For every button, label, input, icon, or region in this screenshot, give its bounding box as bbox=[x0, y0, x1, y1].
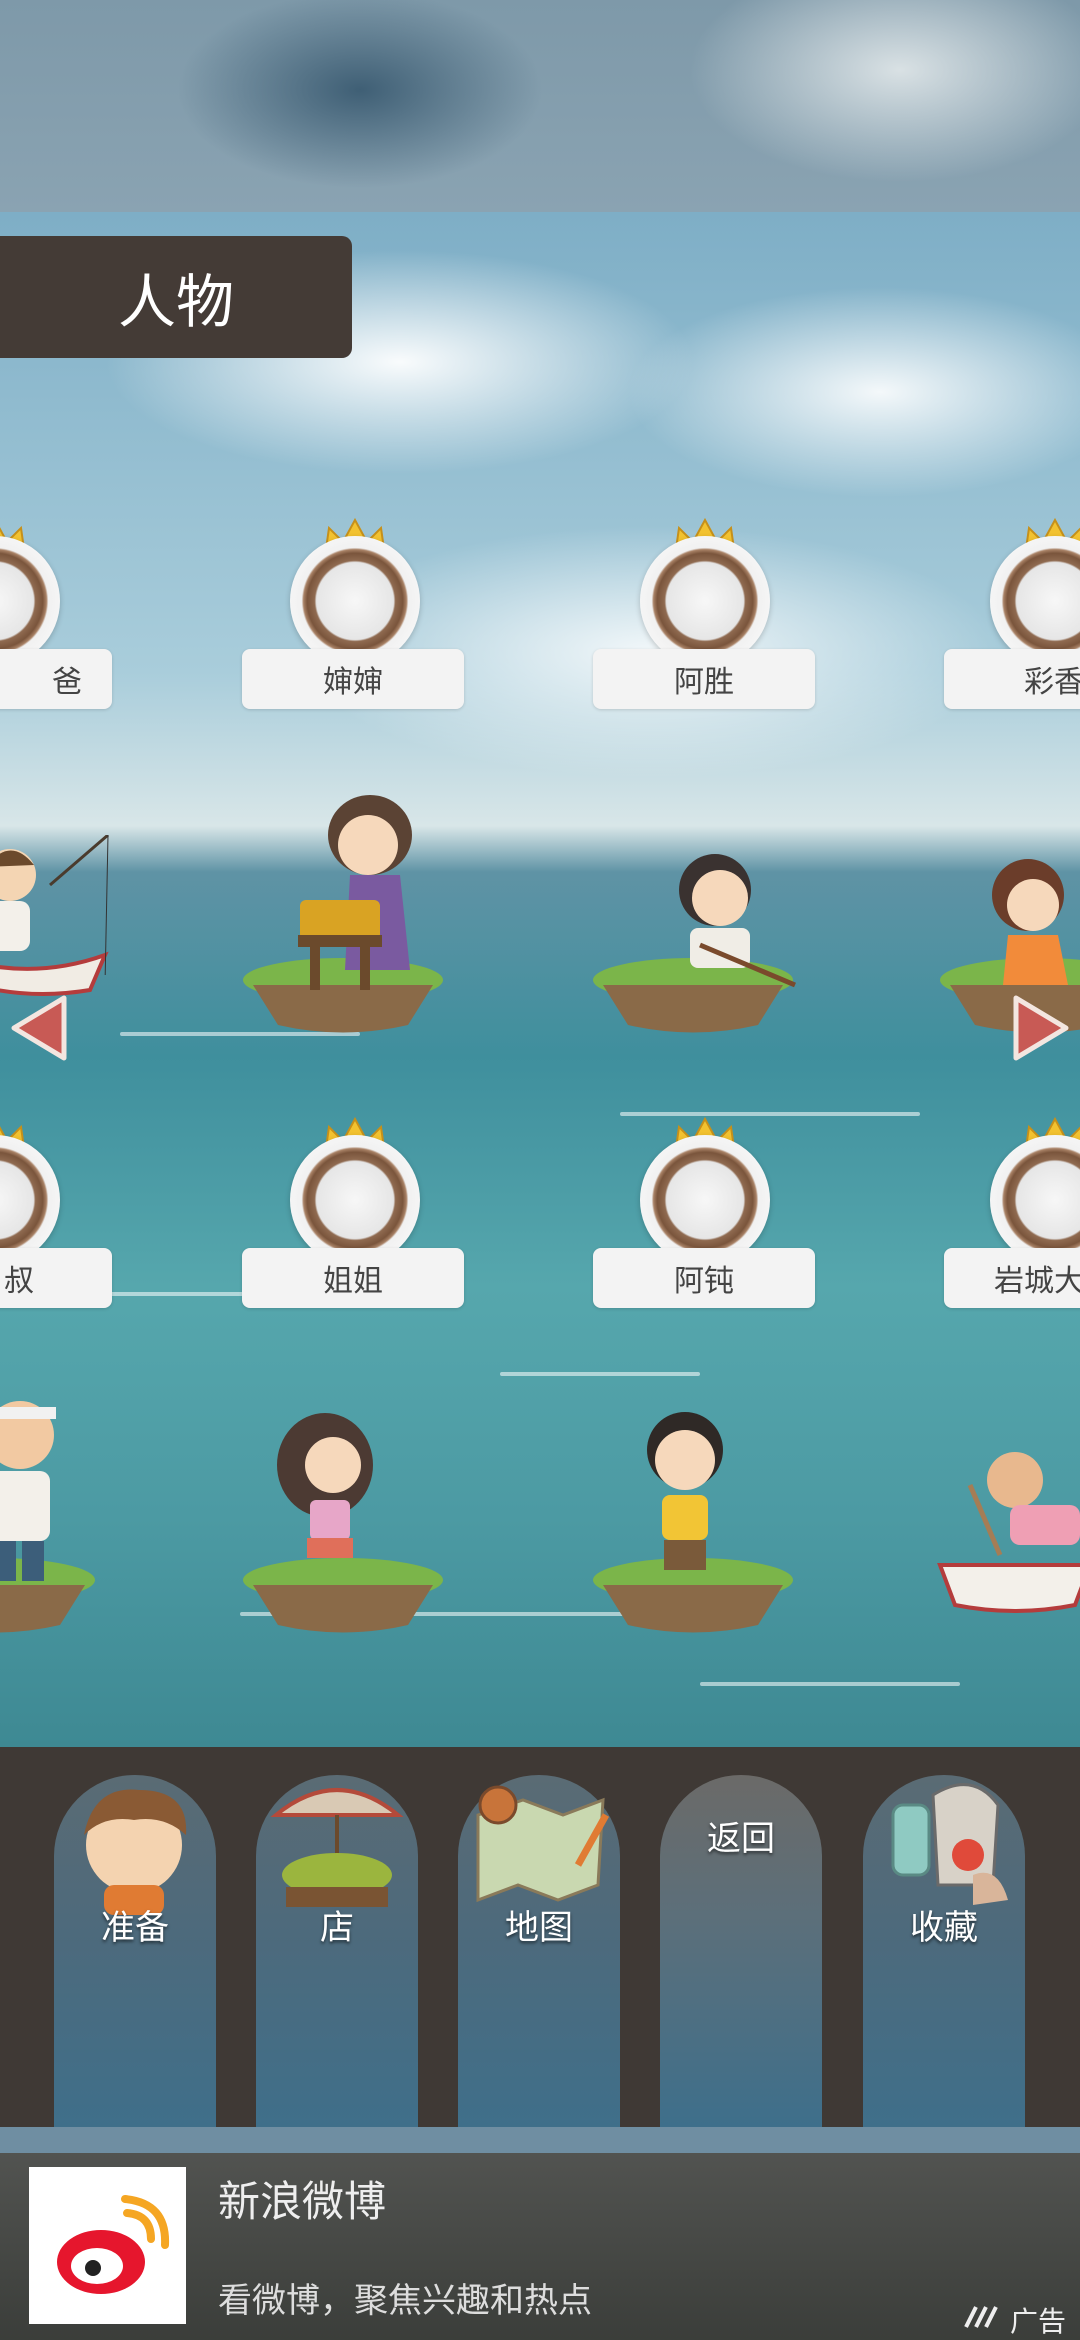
character-medal-baba[interactable] bbox=[0, 518, 60, 666]
asheng-character[interactable] bbox=[660, 850, 800, 990]
character-name-tag[interactable]: 叔 bbox=[0, 1248, 112, 1308]
character-medal-shenshen[interactable] bbox=[290, 518, 420, 666]
scroll-left-arrow-icon[interactable] bbox=[8, 992, 68, 1064]
scroll-right-arrow-icon[interactable] bbox=[1012, 992, 1072, 1064]
ad-title[interactable]: 新浪微博 bbox=[218, 2168, 386, 2229]
medal-ring bbox=[640, 536, 770, 666]
character-medal-yanchengda[interactable] bbox=[990, 1117, 1080, 1265]
jiejie-character[interactable] bbox=[265, 1410, 385, 1580]
medal-ring bbox=[990, 536, 1080, 666]
prepare-label: 准备 bbox=[101, 1908, 169, 1948]
medal-ring bbox=[640, 1135, 770, 1265]
character-medal-jiejie[interactable] bbox=[290, 1117, 420, 1265]
market-stall-icon bbox=[270, 1788, 404, 1907]
character-name-tag[interactable]: 岩城大 bbox=[944, 1248, 1080, 1308]
caixiang-character[interactable] bbox=[978, 855, 1080, 995]
character-medal-shushu[interactable] bbox=[0, 1117, 60, 1265]
medal-ring bbox=[990, 1135, 1080, 1265]
ad-mark-icon bbox=[964, 2306, 998, 2328]
game-screen: 人物 爸 婶婶 阿胜 彩香 叔 姐姐 阿钝 岩城大 准备 店 地图 返回 收藏 … bbox=[0, 0, 1080, 2340]
page-title: 人物 bbox=[0, 236, 352, 358]
back-button[interactable]: 返回 bbox=[660, 1775, 822, 2127]
medal-ring bbox=[290, 1135, 420, 1265]
character-name-tag[interactable]: 婶婶 bbox=[242, 649, 464, 709]
shop-button[interactable]: 店 bbox=[256, 1775, 418, 2127]
medal-ring bbox=[0, 1135, 60, 1265]
collection-label: 收藏 bbox=[910, 1908, 978, 1948]
medal-ring bbox=[290, 536, 420, 666]
collection-button[interactable]: 收藏 bbox=[863, 1775, 1025, 2127]
character-medal-adun[interactable] bbox=[640, 1117, 770, 1265]
character-name-tag[interactable]: 彩香 bbox=[944, 649, 1080, 709]
sky-background bbox=[0, 0, 1080, 212]
medal-ring bbox=[0, 536, 60, 666]
ad-description[interactable]: 看微博，聚焦兴趣和热点 bbox=[218, 2273, 592, 2322]
character-name-tag[interactable]: 阿胜 bbox=[593, 649, 815, 709]
ad-label: 广告 bbox=[1010, 2305, 1067, 2338]
character-name-tag[interactable]: 阿钝 bbox=[593, 1248, 815, 1308]
character-medal-asheng[interactable] bbox=[640, 518, 770, 666]
map-button[interactable]: 地图 bbox=[458, 1775, 620, 2127]
character-name-tag[interactable]: 爸 bbox=[0, 649, 112, 709]
map-icon bbox=[476, 1785, 610, 1903]
map-label: 地图 bbox=[505, 1908, 573, 1948]
sea-background bbox=[0, 212, 1080, 1747]
character-medal-caixiang[interactable] bbox=[990, 518, 1080, 666]
prepare-button[interactable]: 准备 bbox=[54, 1775, 216, 2127]
fisherman-character[interactable] bbox=[0, 835, 120, 975]
back-label: 返回 bbox=[707, 1819, 775, 1859]
shushu-character[interactable] bbox=[0, 1385, 80, 1585]
shop-label: 店 bbox=[320, 1908, 354, 1948]
adun-character[interactable] bbox=[630, 1405, 740, 1580]
weibo-logo-icon bbox=[29, 2167, 186, 2324]
yanchengda-character[interactable] bbox=[960, 1445, 1080, 1565]
character-name-tag[interactable]: 姐姐 bbox=[242, 1248, 464, 1308]
boy-avatar-icon bbox=[84, 1789, 187, 1915]
shenshen-character[interactable] bbox=[290, 790, 450, 990]
collection-items-icon bbox=[891, 1783, 1008, 1905]
